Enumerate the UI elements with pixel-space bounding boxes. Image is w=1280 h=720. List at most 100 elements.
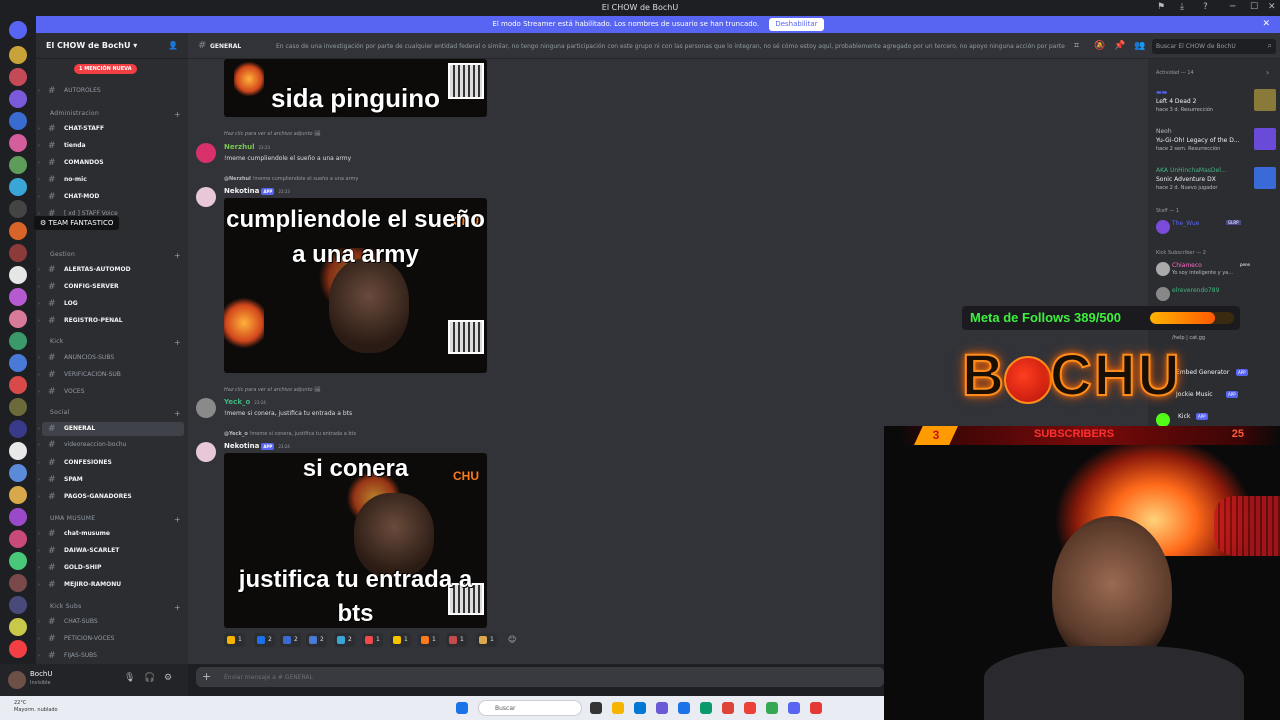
user-avatar[interactable] xyxy=(196,398,216,418)
reply-reference[interactable]: @Nerzhul !meme cumpliendole el sueño a u… xyxy=(224,176,358,182)
chrome-icon[interactable] xyxy=(766,702,778,714)
server-icon[interactable] xyxy=(9,420,27,438)
add-member-icon[interactable]: 👤 xyxy=(168,41,178,50)
message-author[interactable]: Yeck_o 23:24 xyxy=(224,398,266,406)
store-icon[interactable] xyxy=(634,702,646,714)
channel-category[interactable]: Kick Subs + xyxy=(50,603,181,612)
channel-registro-penal[interactable]: › # REGISTRO-PENAL xyxy=(38,314,184,328)
server-icon[interactable] xyxy=(9,266,27,284)
reaction-button[interactable]: 2 xyxy=(306,633,327,647)
server-icon[interactable] xyxy=(9,332,27,350)
add-channel-icon[interactable]: + xyxy=(174,110,181,119)
reply-reference[interactable]: Haz clic para ver el archivo adjunto 🖼 xyxy=(224,387,321,393)
channel-chat-musume[interactable]: › # chat-musume xyxy=(38,527,184,541)
inbox-icon[interactable]: ⚑ xyxy=(1157,2,1165,12)
channel-verificacion-sub[interactable]: › # VERIFICACION-SUB xyxy=(38,368,184,382)
attach-plus-icon[interactable]: + xyxy=(202,670,211,683)
server-icon[interactable] xyxy=(9,178,27,196)
message-author[interactable]: Nekotina APP 23:23 xyxy=(224,187,290,195)
user-avatar[interactable] xyxy=(196,143,216,163)
reaction-button[interactable]: 1 xyxy=(362,633,383,647)
reply-reference[interactable]: @Yeck_o !meme si conera, justifica tu en… xyxy=(224,431,356,437)
channel-peticion-voces[interactable]: › # PETICION-VOCES xyxy=(38,632,184,646)
help-icon[interactable]: ? xyxy=(1203,2,1208,12)
member-row[interactable]: The_Wue GLRP xyxy=(1156,220,1278,236)
channel-anuncios-subs[interactable]: › # ANUNCIOS-SUBS xyxy=(38,351,184,365)
edge-icon[interactable] xyxy=(700,702,712,714)
server-icon[interactable] xyxy=(9,376,27,394)
reaction-button[interactable]: 2 xyxy=(334,633,355,647)
reaction-button[interactable]: 1 xyxy=(390,633,411,647)
server-icon[interactable] xyxy=(9,222,27,240)
channel-fijas-subs[interactable]: › # FIJAS-SUBS xyxy=(38,649,184,663)
chevron-right-icon[interactable]: › xyxy=(1266,68,1269,77)
bot-avatar[interactable] xyxy=(196,442,216,462)
task-view-icon[interactable] xyxy=(590,702,602,714)
server-icon[interactable] xyxy=(9,618,27,636)
app-icon[interactable] xyxy=(744,702,756,714)
user-avatar[interactable] xyxy=(8,671,26,689)
server-icon[interactable] xyxy=(9,46,27,64)
discord-home-icon[interactable] xyxy=(9,21,27,39)
maximize-icon[interactable]: ☐ xyxy=(1250,2,1258,12)
channel-daiwa-scarlet[interactable]: › # DAIWA-SCARLET xyxy=(38,544,184,558)
meme-image[interactable]: CHU si conera justifica tu entrada a bts xyxy=(224,453,487,628)
add-channel-icon[interactable]: + xyxy=(174,338,181,347)
bot-avatar[interactable] xyxy=(196,187,216,207)
settings-gear-icon[interactable]: ⚙ xyxy=(164,673,172,683)
pinned-icon[interactable]: 📌 xyxy=(1114,41,1125,51)
server-icon[interactable] xyxy=(9,596,27,614)
server-icon[interactable] xyxy=(9,552,27,570)
minimize-icon[interactable]: ─ xyxy=(1230,2,1235,12)
server-icon[interactable] xyxy=(9,486,27,504)
activity-card[interactable]: Neoh Yu-Gi-Oh! Legacy of the D... hace 2… xyxy=(1156,128,1278,154)
member-row[interactable]: Chiameco pene Yo soy inteligente y ya... xyxy=(1156,262,1278,282)
channel-chat-subs[interactable]: › # CHAT-SUBS xyxy=(38,615,184,629)
notification-bell-icon[interactable]: 🔕 xyxy=(1094,41,1105,51)
meme-image[interactable]: sida pinguino xyxy=(224,59,487,117)
activity-card[interactable]: ▬▬ Left 4 Dead 2 hace 3 d. Resurrección xyxy=(1156,89,1278,115)
channel-chat-staff[interactable]: › # CHAT-STAFF xyxy=(38,122,184,136)
taskbar-search[interactable]: Buscar xyxy=(478,700,582,716)
reaction-button[interactable]: 1 xyxy=(224,633,245,647)
activity-card[interactable]: AKA UnHinchaMasDel... Sonic Adventure DX… xyxy=(1156,167,1278,193)
add-channel-icon[interactable]: + xyxy=(174,515,181,524)
channel-spam[interactable]: › # SPAM xyxy=(38,473,184,487)
channel-log[interactable]: › # LOG xyxy=(38,297,184,311)
channel-general[interactable]: › # GENERAL xyxy=(38,422,184,436)
server-icon[interactable] xyxy=(9,310,27,328)
server-icon[interactable] xyxy=(9,90,27,108)
chrome-icon[interactable] xyxy=(722,702,734,714)
dismiss-banner-icon[interactable]: ✕ xyxy=(1262,16,1270,33)
server-icon[interactable] xyxy=(9,134,27,152)
new-mention-pill[interactable]: 1 MENCIÓN NUEVA xyxy=(74,64,137,74)
channel-tienda[interactable]: › # tienda xyxy=(38,139,184,153)
windows-start-icon[interactable] xyxy=(456,702,468,714)
server-icon[interactable] xyxy=(9,530,27,548)
app-icon[interactable] xyxy=(678,702,690,714)
member-row[interactable]: elreverendo789 xyxy=(1156,287,1278,301)
channel-alertas-automod[interactable]: › # ALERTAS-AUTOMOD xyxy=(38,263,184,277)
channel-topic[interactable]: En caso de una investigación por parte d… xyxy=(276,43,1066,50)
channel-videoreaccion-bochu[interactable]: › # videoreaccion-bochu xyxy=(38,438,184,452)
channel-config-server[interactable]: › # CONFIG-SERVER xyxy=(38,280,184,294)
server-icon[interactable] xyxy=(9,464,27,482)
reaction-button[interactable]: 2 xyxy=(280,633,301,647)
message-composer[interactable]: + Enviar mensaje a # GENERAL xyxy=(196,667,884,687)
microphone-icon[interactable]: 🎙 xyxy=(124,673,135,683)
channel-gold-ship[interactable]: › # GOLD-SHIP xyxy=(38,561,184,575)
channel-chat-mod[interactable]: › # CHAT-MOD xyxy=(38,190,184,204)
add-channel-icon[interactable]: + xyxy=(174,251,181,260)
download-icon[interactable]: ⤓ xyxy=(1180,2,1184,12)
channel-category[interactable]: UMA MUSUME + xyxy=(50,515,181,524)
channel-category[interactable]: Administracion + xyxy=(50,110,181,119)
server-icon[interactable] xyxy=(9,244,27,262)
disable-streamer-button[interactable]: Deshabilitar xyxy=(769,18,824,31)
file-explorer-icon[interactable] xyxy=(612,702,624,714)
add-channel-icon[interactable]: + xyxy=(174,409,181,418)
app-icon[interactable] xyxy=(810,702,822,714)
reaction-button[interactable]: 2 xyxy=(254,633,275,647)
server-icon[interactable] xyxy=(9,354,27,372)
channel-comandos[interactable]: › # COMANDOS xyxy=(38,156,184,170)
channel-voces[interactable]: › # VOCES xyxy=(38,385,184,399)
